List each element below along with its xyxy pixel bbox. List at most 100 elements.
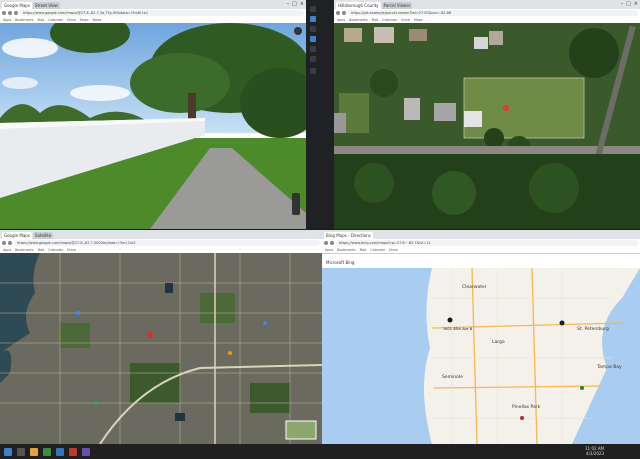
- search-icon[interactable]: [17, 447, 25, 456]
- satellite-imagery[interactable]: [0, 253, 322, 444]
- close-icon[interactable]: ×: [634, 1, 638, 7]
- poi-icon[interactable]: [580, 386, 584, 390]
- parcel-viewer-window: Hillsborough County Parcel Viewer – □ × …: [334, 0, 640, 229]
- bing-maps-window: Bing Maps - Directions https://www.bing.…: [322, 230, 640, 444]
- maximize-icon[interactable]: □: [626, 1, 631, 7]
- bookmark-item[interactable]: Apps: [325, 248, 333, 252]
- app-icon[interactable]: [69, 447, 77, 456]
- bookmark-item[interactable]: Calendar: [382, 18, 397, 22]
- tab-google-maps[interactable]: Google Maps: [2, 2, 32, 9]
- close-icon[interactable]: ×: [300, 1, 304, 7]
- bookmark-item[interactable]: Apps: [3, 248, 11, 252]
- aerial-imagery[interactable]: [334, 23, 640, 229]
- tab-bar: Google Maps Street View – □ ×: [0, 0, 306, 9]
- bookmark-item[interactable]: Calendar: [370, 248, 385, 252]
- bookmark-item[interactable]: Drive: [67, 18, 76, 22]
- forward-icon[interactable]: [330, 241, 334, 245]
- browser-chrome: Bing Maps - Directions https://www.bing.…: [322, 230, 640, 254]
- bookmark-item[interactable]: Mail: [38, 248, 45, 252]
- bookmark-item[interactable]: Bookmarks: [15, 248, 33, 252]
- bookmark-item[interactable]: Mail: [372, 18, 379, 22]
- address-bar[interactable]: https://www.google.com/maps/@27.8,-82.7,…: [20, 10, 304, 16]
- location-pin-icon[interactable]: [503, 105, 509, 111]
- forward-icon[interactable]: [8, 241, 12, 245]
- poi-icon[interactable]: [228, 351, 232, 355]
- start-icon[interactable]: [4, 447, 12, 456]
- tab-parcel-viewer[interactable]: Parcel Viewer: [381, 2, 413, 9]
- bookmark-item[interactable]: Bookmarks: [15, 18, 33, 22]
- pin-label: 1602 48th Ave N: [443, 327, 473, 331]
- bookmark-item[interactable]: Bookmarks: [349, 18, 367, 22]
- address-bar[interactable]: https://gis.example/parcel-viewer?lat=27…: [348, 10, 638, 16]
- toolbar-button[interactable]: [310, 26, 316, 32]
- toolbar-button[interactable]: [310, 6, 316, 12]
- minimize-icon[interactable]: –: [621, 1, 624, 7]
- bookmark-item[interactable]: News: [93, 18, 102, 22]
- bing-logo[interactable]: Microsoft Bing: [326, 260, 354, 265]
- poi-icon[interactable]: [94, 401, 98, 405]
- location-pin-icon[interactable]: [559, 320, 565, 326]
- place-label: Pinellas Park: [512, 404, 541, 410]
- bookmark-item[interactable]: Bookmarks: [337, 248, 355, 252]
- bookmark-item[interactable]: Calendar: [48, 18, 63, 22]
- road-map[interactable]: Clearwater St. Petersburg Largo Pinellas…: [322, 268, 640, 444]
- bookmark-item[interactable]: Apps: [337, 18, 345, 22]
- bookmark-item[interactable]: Mail: [38, 18, 45, 22]
- tab-street-view[interactable]: Street View: [32, 2, 60, 9]
- back-icon[interactable]: [2, 11, 6, 15]
- layers-thumbnail[interactable]: [285, 420, 317, 440]
- toolbar-button[interactable]: [310, 16, 316, 22]
- compass-icon[interactable]: [294, 27, 302, 35]
- address-row: https://www.google.com/maps/@27.8,-82.7,…: [0, 239, 322, 247]
- bookmark-item[interactable]: Mail: [360, 248, 367, 252]
- tab-bar: Hillsborough County Parcel Viewer – □ ×: [334, 0, 640, 9]
- bookmark-item[interactable]: Apps: [3, 18, 11, 22]
- toolbar-button[interactable]: [310, 56, 316, 62]
- forward-icon[interactable]: [342, 11, 346, 15]
- place-label: St. Petersburg: [577, 326, 609, 332]
- tab-bing-maps[interactable]: Bing Maps - Directions: [324, 232, 373, 239]
- bookmark-item[interactable]: Calendar: [48, 248, 63, 252]
- location-pin-icon[interactable]: [447, 317, 453, 323]
- bookmark-item[interactable]: Maps: [80, 18, 89, 22]
- window-controls: – □ ×: [621, 1, 638, 7]
- forward-icon[interactable]: [8, 11, 12, 15]
- tab-bar: Google Maps Satellite: [0, 230, 322, 239]
- poi-icon[interactable]: [76, 311, 80, 315]
- edge-icon[interactable]: [56, 447, 64, 456]
- street-view-image[interactable]: [0, 23, 306, 229]
- chrome-icon[interactable]: [43, 447, 51, 456]
- tab-google-maps[interactable]: Google Maps: [2, 232, 32, 239]
- file-explorer-icon[interactable]: [30, 447, 38, 456]
- tab-bar: Bing Maps - Directions: [322, 230, 640, 239]
- bookmark-item[interactable]: Drive: [389, 248, 398, 252]
- bookmark-item[interactable]: Drive: [67, 248, 76, 252]
- toolbar-button[interactable]: [310, 68, 316, 74]
- maximize-icon[interactable]: □: [292, 1, 297, 7]
- toolbar-button[interactable]: [310, 46, 316, 52]
- poi-icon[interactable]: [520, 416, 524, 420]
- back-icon[interactable]: [2, 241, 6, 245]
- zoom-control[interactable]: [292, 193, 300, 215]
- browser-chrome: Hillsborough County Parcel Viewer – □ × …: [334, 0, 640, 24]
- reload-icon[interactable]: [14, 11, 18, 15]
- minimize-icon[interactable]: –: [287, 1, 290, 7]
- satellite-map-window: Google Maps Satellite https://www.google…: [0, 230, 322, 444]
- bookmarks-bar: Apps Bookmarks Mail Calendar Drive: [322, 247, 640, 253]
- back-icon[interactable]: [324, 241, 328, 245]
- address-row: https://gis.example/parcel-viewer?lat=27…: [334, 9, 640, 17]
- poi-icon[interactable]: [263, 321, 267, 325]
- address-bar[interactable]: https://www.google.com/maps/@27.8,-82.7,…: [14, 240, 320, 246]
- toolbar-button[interactable]: [310, 36, 316, 42]
- tab-satellite[interactable]: Satellite: [32, 232, 54, 239]
- bookmark-item[interactable]: Drive: [401, 18, 410, 22]
- place-label: Seminole: [442, 374, 463, 380]
- bookmark-item[interactable]: Maps: [414, 18, 423, 22]
- location-pin-icon[interactable]: [147, 332, 153, 338]
- tab-county[interactable]: Hillsborough County: [336, 2, 381, 9]
- address-bar[interactable]: https://www.bing.com/maps?cp=27.8~-82.7&…: [336, 240, 638, 246]
- back-icon[interactable]: [336, 11, 340, 15]
- app-icon[interactable]: [82, 447, 90, 456]
- address-row: https://www.bing.com/maps?cp=27.8~-82.7&…: [322, 239, 640, 247]
- clock[interactable]: 11:02 AM 4/3/2023: [585, 446, 604, 456]
